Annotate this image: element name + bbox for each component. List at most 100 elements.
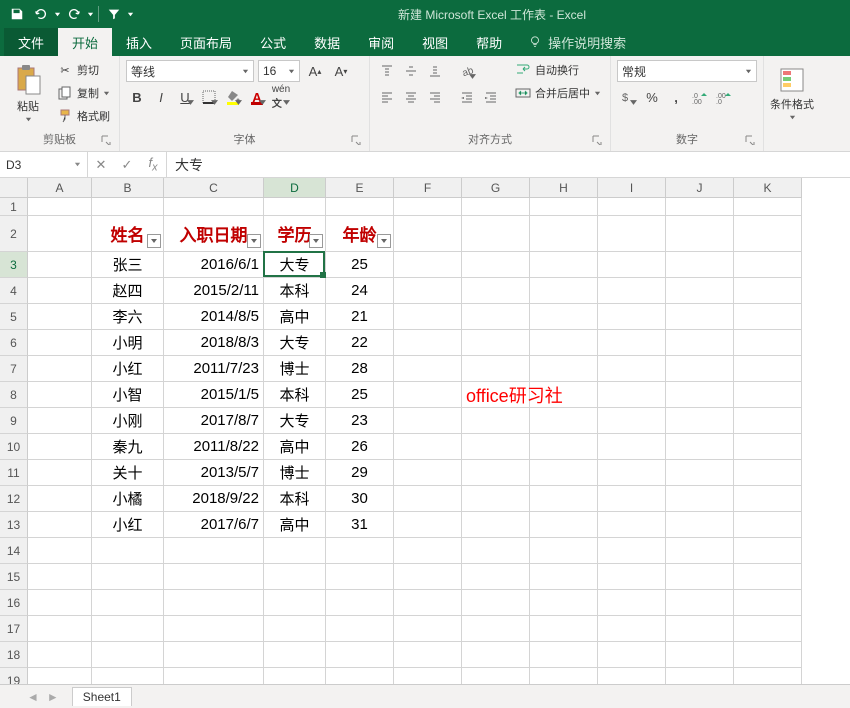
cell-E12[interactable]: 30 xyxy=(326,486,394,512)
cell-F2[interactable] xyxy=(394,216,462,252)
name-box[interactable]: D3 xyxy=(0,152,88,177)
cell-C6[interactable]: 2018/8/3 xyxy=(164,330,264,356)
cell-B3[interactable]: 张三 xyxy=(92,252,164,278)
cell-H13[interactable] xyxy=(530,512,598,538)
formula-input[interactable]: 大专 xyxy=(167,152,850,177)
cell-K11[interactable] xyxy=(734,460,802,486)
undo-button[interactable] xyxy=(30,3,52,25)
cell-K19[interactable] xyxy=(734,668,802,684)
cell-C9[interactable]: 2017/8/7 xyxy=(164,408,264,434)
cell-D17[interactable] xyxy=(264,616,326,642)
sheet-tab-1[interactable]: Sheet1 xyxy=(72,687,132,706)
cell-G5[interactable] xyxy=(462,304,530,330)
cell-H10[interactable] xyxy=(530,434,598,460)
cell-J10[interactable] xyxy=(666,434,734,460)
redo-button[interactable] xyxy=(63,3,85,25)
row-header-4[interactable]: 4 xyxy=(0,278,28,304)
cell-I11[interactable] xyxy=(598,460,666,486)
cell-C12[interactable]: 2018/9/22 xyxy=(164,486,264,512)
col-header-D[interactable]: D xyxy=(264,178,326,198)
cell-D11[interactable]: 博士 xyxy=(264,460,326,486)
cell-B8[interactable]: 小智 xyxy=(92,382,164,408)
conditional-formatting-button[interactable]: 条件格式 xyxy=(770,60,814,126)
cell-I9[interactable] xyxy=(598,408,666,434)
underline-button[interactable]: U xyxy=(174,86,196,108)
cell-C10[interactable]: 2011/8/22 xyxy=(164,434,264,460)
cell-G16[interactable] xyxy=(462,590,530,616)
cell-H2[interactable] xyxy=(530,216,598,252)
clipboard-launcher[interactable] xyxy=(101,135,113,147)
tab-data[interactable]: 数据 xyxy=(300,28,354,56)
cell-J6[interactable] xyxy=(666,330,734,356)
cell-D6[interactable]: 大专 xyxy=(264,330,326,356)
cell-E7[interactable]: 28 xyxy=(326,356,394,382)
cell-H6[interactable] xyxy=(530,330,598,356)
cell-H19[interactable] xyxy=(530,668,598,684)
row-header-12[interactable]: 12 xyxy=(0,486,28,512)
cell-I6[interactable] xyxy=(598,330,666,356)
cell-J16[interactable] xyxy=(666,590,734,616)
cell-A8[interactable] xyxy=(28,382,92,408)
col-header-A[interactable]: A xyxy=(28,178,92,198)
enter-formula-button[interactable]: ✓ xyxy=(114,157,140,173)
cell-J11[interactable] xyxy=(666,460,734,486)
cell-G9[interactable] xyxy=(462,408,530,434)
cell-I4[interactable] xyxy=(598,278,666,304)
number-launcher[interactable] xyxy=(745,135,757,147)
filter-button-C[interactable] xyxy=(247,234,261,248)
col-header-G[interactable]: G xyxy=(462,178,530,198)
tab-help[interactable]: 帮助 xyxy=(462,28,516,56)
cell-D5[interactable]: 高中 xyxy=(264,304,326,330)
cell-C13[interactable]: 2017/6/7 xyxy=(164,512,264,538)
col-header-J[interactable]: J xyxy=(666,178,734,198)
cell-C19[interactable] xyxy=(164,668,264,684)
copy-button[interactable]: 复制 xyxy=(54,83,113,103)
tab-home[interactable]: 开始 xyxy=(58,28,112,56)
cell-G17[interactable] xyxy=(462,616,530,642)
cell-I18[interactable] xyxy=(598,642,666,668)
cell-K1[interactable] xyxy=(734,198,802,216)
cell-D7[interactable]: 博士 xyxy=(264,356,326,382)
cell-B4[interactable]: 赵四 xyxy=(92,278,164,304)
cell-F4[interactable] xyxy=(394,278,462,304)
cell-E2[interactable]: 年龄 xyxy=(326,216,394,252)
cell-A17[interactable] xyxy=(28,616,92,642)
col-header-F[interactable]: F xyxy=(394,178,462,198)
cell-I15[interactable] xyxy=(598,564,666,590)
cell-B10[interactable]: 秦九 xyxy=(92,434,164,460)
cell-D4[interactable]: 本科 xyxy=(264,278,326,304)
cell-A7[interactable] xyxy=(28,356,92,382)
cell-E5[interactable]: 21 xyxy=(326,304,394,330)
cell-I14[interactable] xyxy=(598,538,666,564)
cell-C17[interactable] xyxy=(164,616,264,642)
cell-F14[interactable] xyxy=(394,538,462,564)
filter-button-D[interactable] xyxy=(309,234,323,248)
cell-I13[interactable] xyxy=(598,512,666,538)
cell-I17[interactable] xyxy=(598,616,666,642)
filter-button-B[interactable] xyxy=(147,234,161,248)
cell-B7[interactable]: 小红 xyxy=(92,356,164,382)
cell-B13[interactable]: 小红 xyxy=(92,512,164,538)
cell-A10[interactable] xyxy=(28,434,92,460)
qat-customize-icon[interactable] xyxy=(127,11,134,18)
row-header-5[interactable]: 5 xyxy=(0,304,28,330)
cell-F18[interactable] xyxy=(394,642,462,668)
cell-G2[interactable] xyxy=(462,216,530,252)
cell-D9[interactable]: 大专 xyxy=(264,408,326,434)
align-bottom-button[interactable] xyxy=(424,60,446,82)
tab-review[interactable]: 审阅 xyxy=(354,28,408,56)
cell-C14[interactable] xyxy=(164,538,264,564)
font-name-combo[interactable]: 等线 xyxy=(126,60,254,82)
cell-C16[interactable] xyxy=(164,590,264,616)
cell-K6[interactable] xyxy=(734,330,802,356)
cell-G15[interactable] xyxy=(462,564,530,590)
cell-G3[interactable] xyxy=(462,252,530,278)
wrap-text-button[interactable]: 自动换行 xyxy=(512,60,604,80)
cell-E19[interactable] xyxy=(326,668,394,684)
cell-G18[interactable] xyxy=(462,642,530,668)
cell-D8[interactable]: 本科 xyxy=(264,382,326,408)
cell-G1[interactable] xyxy=(462,198,530,216)
paste-button[interactable]: 粘贴 xyxy=(6,60,50,126)
cell-D13[interactable]: 高中 xyxy=(264,512,326,538)
cell-K5[interactable] xyxy=(734,304,802,330)
